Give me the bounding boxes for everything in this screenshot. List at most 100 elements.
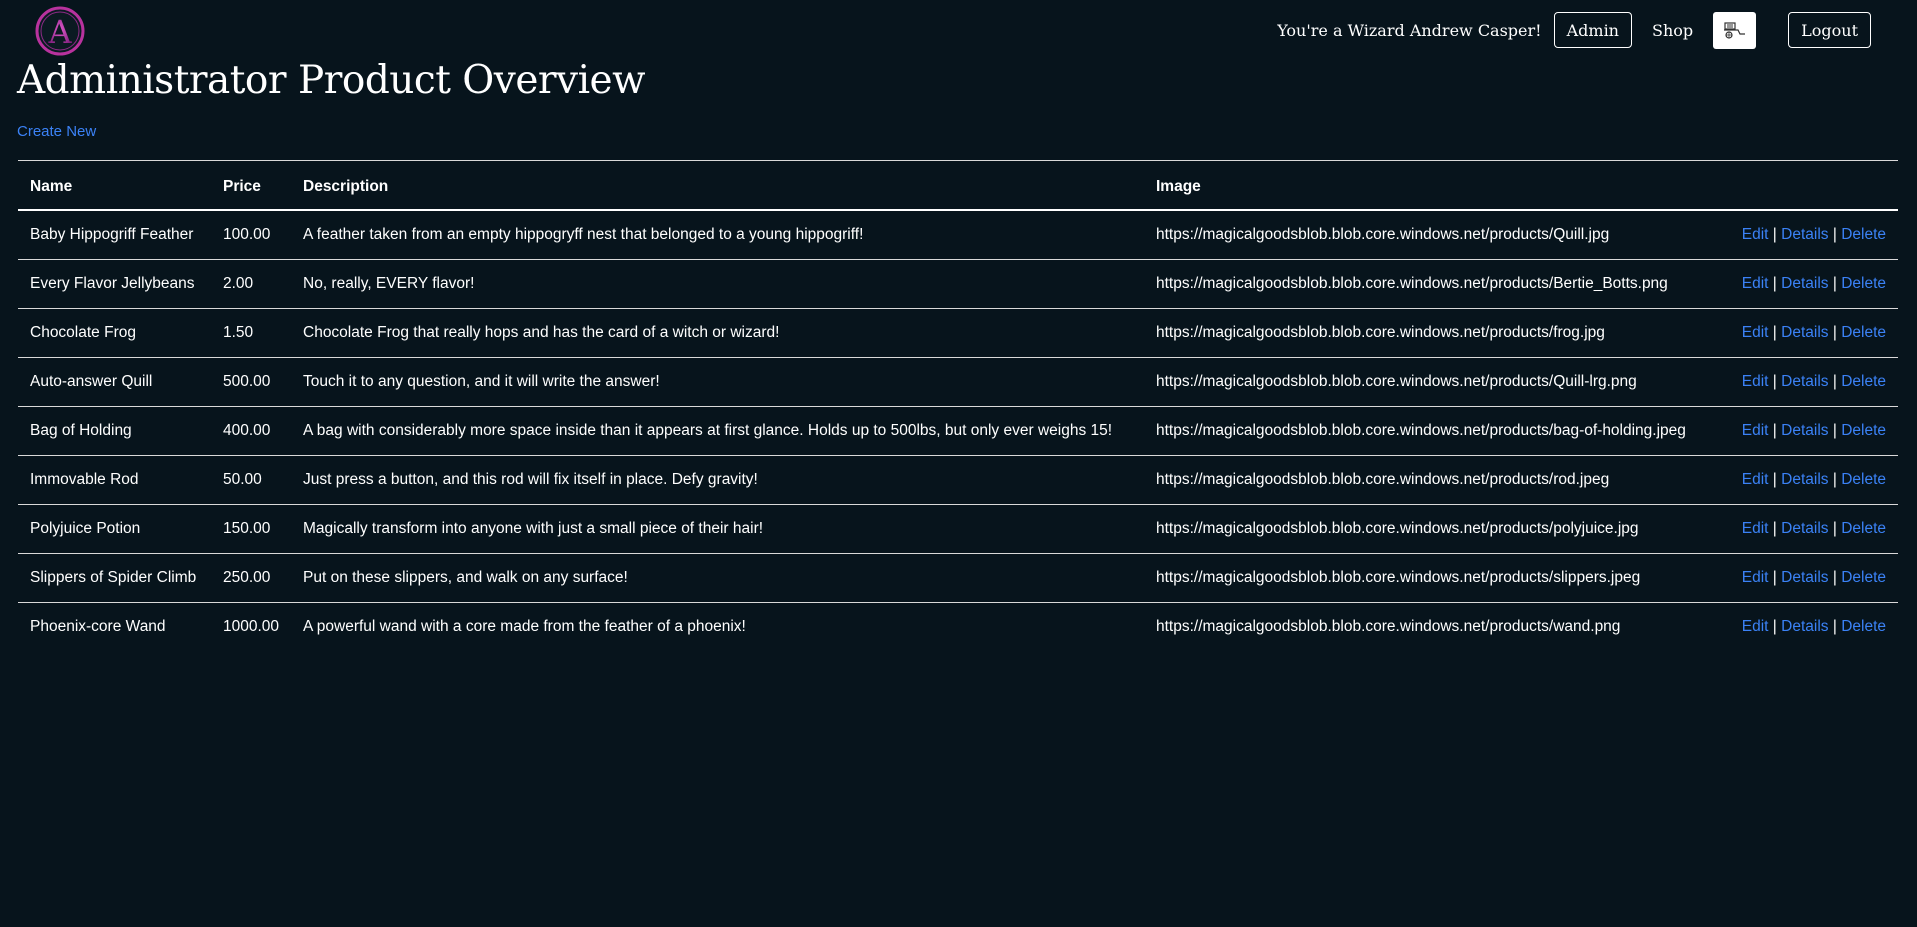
- action-separator: |: [1832, 471, 1837, 488]
- product-image-url-cell: https://magicalgoodsblob.blob.core.windo…: [1144, 210, 1714, 260]
- action-separator: |: [1772, 520, 1777, 537]
- action-separator: |: [1772, 422, 1777, 439]
- action-separator: |: [1772, 373, 1777, 390]
- edit-link[interactable]: Edit: [1742, 275, 1769, 292]
- header-description: Description: [291, 160, 1144, 211]
- delete-link[interactable]: Delete: [1841, 618, 1886, 635]
- header-price: Price: [211, 160, 291, 211]
- action-separator: |: [1772, 226, 1777, 243]
- products-table-body: Baby Hippogriff Feather 100.00 A feather t…: [18, 210, 1898, 651]
- table-row: Phoenix-core Wand 1000.00 A powerful wand …: [18, 603, 1898, 652]
- details-link[interactable]: Details: [1781, 275, 1828, 292]
- delete-link[interactable]: Delete: [1841, 226, 1886, 243]
- row-actions: Edit | Details | Delete: [1714, 504, 1898, 554]
- delete-link[interactable]: Delete: [1841, 422, 1886, 439]
- product-description-cell: Just press a button, and this rod will f…: [291, 455, 1144, 505]
- header-actions: [1714, 160, 1898, 211]
- action-separator: |: [1772, 275, 1777, 292]
- header-name: Name: [18, 160, 211, 211]
- edit-link[interactable]: Edit: [1742, 569, 1769, 586]
- action-separator: |: [1832, 569, 1837, 586]
- table-row: Immovable Rod 50.00 Just press a button, a…: [18, 455, 1898, 505]
- row-actions: Edit | Details | Delete: [1714, 603, 1898, 652]
- delete-link[interactable]: Delete: [1841, 324, 1886, 341]
- details-link[interactable]: Details: [1781, 569, 1828, 586]
- user-greeting: You're a Wizard Andrew Casper!: [1277, 20, 1542, 40]
- product-name-cell: Auto-answer Quill: [18, 357, 211, 407]
- edit-link[interactable]: Edit: [1742, 618, 1769, 635]
- products-table: Name Price Description Image Baby Hippog…: [18, 160, 1898, 651]
- action-separator: |: [1772, 618, 1777, 635]
- row-actions: Edit | Details | Delete: [1714, 259, 1898, 309]
- row-actions: Edit | Details | Delete: [1714, 357, 1898, 407]
- details-link[interactable]: Details: [1781, 324, 1828, 341]
- table-row: Auto-answer Quill 500.00 Touch it to any q…: [18, 357, 1898, 407]
- details-link[interactable]: Details: [1781, 422, 1828, 439]
- product-name-cell: Every Flavor Jellybeans: [18, 259, 211, 309]
- product-description-cell: No, really, EVERY flavor!: [291, 259, 1144, 309]
- create-new-link[interactable]: Create New: [17, 123, 96, 140]
- cart-icon: [1723, 22, 1745, 39]
- action-separator: |: [1772, 324, 1777, 341]
- product-description-cell: Touch it to any question, and it will wr…: [291, 357, 1144, 407]
- product-description-cell: A feather taken from an empty hippogryff…: [291, 210, 1144, 260]
- product-image-url-cell: https://magicalgoodsblob.blob.core.windo…: [1144, 259, 1714, 309]
- details-link[interactable]: Details: [1781, 618, 1828, 635]
- action-separator: |: [1832, 226, 1837, 243]
- logo-letter: A: [47, 13, 72, 51]
- product-image-url-cell: https://magicalgoodsblob.blob.core.windo…: [1144, 504, 1714, 554]
- product-image-url-cell: https://magicalgoodsblob.blob.core.windo…: [1144, 553, 1714, 603]
- details-link[interactable]: Details: [1781, 226, 1828, 243]
- action-separator: |: [1832, 520, 1837, 537]
- details-link[interactable]: Details: [1781, 373, 1828, 390]
- table-row: Slippers of Spider Climb 250.00 Put on the…: [18, 553, 1898, 603]
- row-actions: Edit | Details | Delete: [1714, 553, 1898, 603]
- product-image-url-cell: https://magicalgoodsblob.blob.core.windo…: [1144, 455, 1714, 505]
- product-image-url-cell: https://magicalgoodsblob.blob.core.windo…: [1144, 357, 1714, 407]
- page-title: Administrator Product Overview: [17, 58, 646, 103]
- edit-link[interactable]: Edit: [1742, 471, 1769, 488]
- product-price-cell: 100.00: [211, 210, 291, 260]
- product-price-cell: 50.00: [211, 455, 291, 505]
- navbar: A You're a Wizard Andrew Casper! Admin S…: [0, 0, 1917, 60]
- delete-link[interactable]: Delete: [1841, 275, 1886, 292]
- product-price-cell: 400.00: [211, 406, 291, 456]
- action-separator: |: [1832, 422, 1837, 439]
- site-logo[interactable]: A: [34, 5, 86, 57]
- action-separator: |: [1832, 324, 1837, 341]
- edit-link[interactable]: Edit: [1742, 520, 1769, 537]
- product-description-cell: Magically transform into anyone with jus…: [291, 504, 1144, 554]
- details-link[interactable]: Details: [1781, 520, 1828, 537]
- table-row: Every Flavor Jellybeans 2.00 No, really, E…: [18, 259, 1898, 309]
- shop-link[interactable]: Shop: [1652, 21, 1693, 40]
- product-description-cell: Chocolate Frog that really hops and has …: [291, 308, 1144, 358]
- row-actions: Edit | Details | Delete: [1714, 210, 1898, 260]
- delete-link[interactable]: Delete: [1841, 520, 1886, 537]
- admin-button[interactable]: Admin: [1553, 12, 1632, 48]
- edit-link[interactable]: Edit: [1742, 422, 1769, 439]
- logout-button[interactable]: Logout: [1788, 12, 1871, 48]
- edit-link[interactable]: Edit: [1742, 226, 1769, 243]
- product-price-cell: 1000.00: [223, 618, 280, 635]
- details-link[interactable]: Details: [1781, 471, 1828, 488]
- product-name-cell: Bag of Holding: [18, 406, 211, 456]
- table-row: Chocolate Frog 1.50 Chocolate Frog that re…: [18, 308, 1898, 358]
- product-name-cell: Phoenix-core Wand: [30, 618, 166, 635]
- product-price-cell: 250.00: [211, 553, 291, 603]
- edit-link[interactable]: Edit: [1742, 373, 1769, 390]
- product-name-cell: Slippers of Spider Climb: [18, 553, 211, 603]
- product-name-cell: Chocolate Frog: [18, 308, 211, 358]
- product-price-cell: 500.00: [211, 357, 291, 407]
- nav-right: You're a Wizard Andrew Casper! Admin Sho…: [1277, 11, 1871, 49]
- row-actions: Edit | Details | Delete: [1714, 455, 1898, 505]
- table-row: Polyjuice Potion 150.00 Magically transfor…: [18, 504, 1898, 554]
- delete-link[interactable]: Delete: [1841, 569, 1886, 586]
- edit-link[interactable]: Edit: [1742, 324, 1769, 341]
- delete-link[interactable]: Delete: [1841, 471, 1886, 488]
- delete-link[interactable]: Delete: [1841, 373, 1886, 390]
- product-description-cell: A bag with considerably more space insid…: [291, 406, 1144, 456]
- row-actions: Edit | Details | Delete: [1714, 308, 1898, 358]
- cart-button[interactable]: [1713, 11, 1757, 49]
- product-price-cell: 150.00: [211, 504, 291, 554]
- product-name-cell: Polyjuice Potion: [18, 504, 211, 554]
